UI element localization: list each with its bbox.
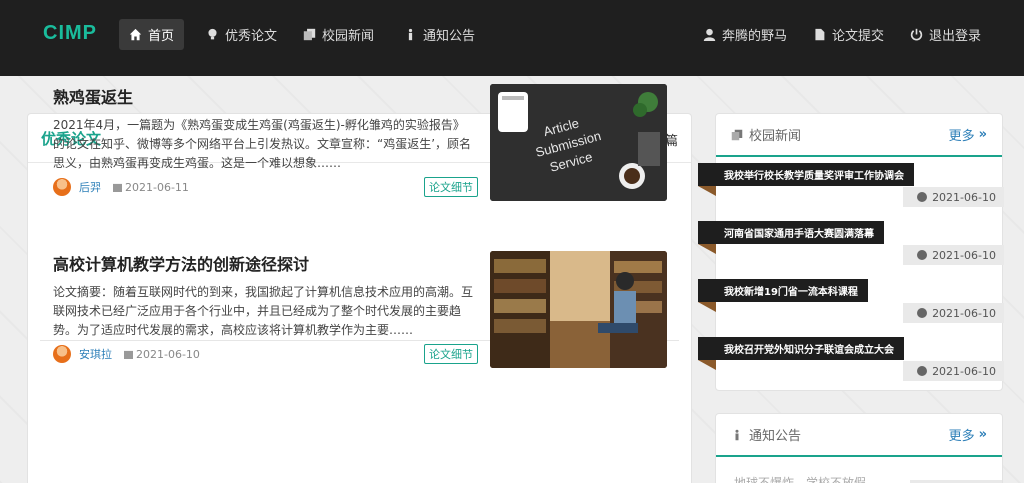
news-item-date-text: 2021-06-10 <box>932 306 996 320</box>
notice-more-link[interactable]: 更多 » <box>949 425 987 444</box>
info-icon <box>408 28 413 41</box>
news-item[interactable]: 我校召开党外知识分子联谊会成立大会 2021-06-10 <box>698 337 1004 395</box>
notice-card-title: 通知公告 <box>749 429 802 444</box>
double-chevron-right-icon: » <box>978 127 987 142</box>
notice-card-header: 通知公告 更多 » <box>716 414 1002 457</box>
copy-icon <box>303 28 316 41</box>
news-item-date: 2021-06-10 <box>903 245 1004 265</box>
news-item-date: 2021-06-10 <box>903 187 1004 207</box>
nav-papers[interactable]: 优秀论文 <box>196 19 287 50</box>
clock-icon <box>917 308 928 318</box>
nav-papers-label: 优秀论文 <box>225 29 278 44</box>
nav-news[interactable]: 校园新闻 <box>293 19 384 50</box>
file-icon <box>815 28 825 41</box>
nav-submit-label: 论文提交 <box>832 29 885 44</box>
news-item-title[interactable]: 我校召开党外知识分子联谊会成立大会 <box>698 337 904 370</box>
nav-notice[interactable]: 通知公告 <box>394 19 485 50</box>
news-item-title[interactable]: 河南省国家通用手语大赛圆满落幕 <box>698 221 884 254</box>
article-author[interactable]: 后羿 <box>79 179 101 195</box>
news-item[interactable]: 我校新增19门省一流本科课程 2021-06-10 <box>698 279 1004 337</box>
news-item-date: 2021-06-10 <box>903 303 1004 323</box>
article-abstract: 2021年4月，一篇题为《熟鸡蛋变成生鸡蛋(鸡蛋返生)-孵化雏鸡的实验报告》的论… <box>53 118 472 170</box>
article-thumbnail[interactable] <box>490 251 667 368</box>
library-image <box>490 251 667 368</box>
user-icon <box>703 28 716 41</box>
news-item[interactable]: 河南省国家通用手语大赛圆满落幕 2021-06-10 <box>698 221 1004 279</box>
news-card: 校园新闻 更多 » 我校举行校长教学质量奖评审工作协调会 2021-06-10 … <box>698 113 1004 391</box>
article-abstract: 论文摘要：随着互联网时代的到来，我国掀起了计算机信息技术应用的高潮。互联网技术已… <box>53 285 474 337</box>
news-item-date-text: 2021-06-10 <box>932 190 996 204</box>
nav-home[interactable]: 首页 <box>119 19 185 50</box>
nav-logout[interactable]: 退出登录 <box>900 19 991 50</box>
nav-user-label: 奔腾的野马 <box>722 29 788 44</box>
news-item-date-text: 2021-06-10 <box>932 248 996 262</box>
article-tag[interactable]: 论文细节 <box>424 344 478 364</box>
article-meta: 安琪拉 2021-06-10 论文细节 <box>53 343 478 365</box>
power-icon <box>910 28 923 41</box>
article-tag[interactable]: 论文细节 <box>424 177 478 197</box>
calendar-icon <box>124 350 133 359</box>
article-title[interactable]: 高校计算机教学方法的创新途径探讨 <box>53 251 309 275</box>
clock-icon <box>917 192 928 202</box>
info-icon <box>735 429 739 440</box>
nav-notice-label: 通知公告 <box>423 29 476 44</box>
calendar-icon <box>113 183 122 192</box>
news-item[interactable]: 我校举行校长教学质量奖评审工作协调会 2021-06-10 <box>698 163 1004 221</box>
article-meta: 后羿 2021-06-11 论文细节 <box>53 176 478 198</box>
news-item-date: 2021-06-10 <box>903 361 1004 381</box>
double-chevron-right-icon: » <box>978 427 987 442</box>
copy-icon <box>731 129 743 140</box>
news-item-title[interactable]: 我校举行校长教学质量奖评审工作协调会 <box>698 163 914 196</box>
home-icon <box>129 28 142 41</box>
nav-news-label: 校园新闻 <box>322 29 375 44</box>
news-card-header: 校园新闻 更多 » <box>716 114 1002 157</box>
nav-user[interactable]: 奔腾的野马 <box>693 19 797 50</box>
nav-home-label: 首页 <box>148 29 175 44</box>
avatar <box>53 345 71 363</box>
lightbulb-icon <box>208 28 217 40</box>
clock-icon <box>917 366 928 376</box>
nav-logout-label: 退出登录 <box>929 29 982 44</box>
news-item-date-text: 2021-06-10 <box>932 364 996 378</box>
notice-card: 通知公告 更多 » 地球不爆炸，学校不放假 <box>715 413 1003 483</box>
top-navbar: CIMP 首页 优秀论文 校园新闻 通知公告 奔腾的野马 论文提交 退出登录 <box>0 0 1024 76</box>
avatar <box>53 178 71 196</box>
chalkboard-image: Article Submission Service <box>490 84 667 201</box>
nav-submit[interactable]: 论文提交 <box>803 19 894 50</box>
brand-logo[interactable]: CIMP <box>43 22 97 45</box>
article-title[interactable]: 熟鸡蛋返生 <box>53 84 133 108</box>
notice-more-label: 更多 <box>948 429 975 444</box>
article-date: 2021-06-11 <box>125 180 189 194</box>
clock-icon <box>917 250 928 260</box>
news-item-title[interactable]: 我校新增19门省一流本科课程 <box>698 279 868 312</box>
news-more-label: 更多 <box>948 129 975 144</box>
article-author[interactable]: 安琪拉 <box>79 346 112 362</box>
notice-item-title[interactable]: 地球不爆炸，学校不放假 <box>734 474 866 483</box>
article-thumbnail[interactable]: Article Submission Service <box>490 84 667 201</box>
news-card-title: 校园新闻 <box>749 129 802 144</box>
article-date: 2021-06-10 <box>136 347 200 361</box>
news-more-link[interactable]: 更多 » <box>949 125 987 144</box>
